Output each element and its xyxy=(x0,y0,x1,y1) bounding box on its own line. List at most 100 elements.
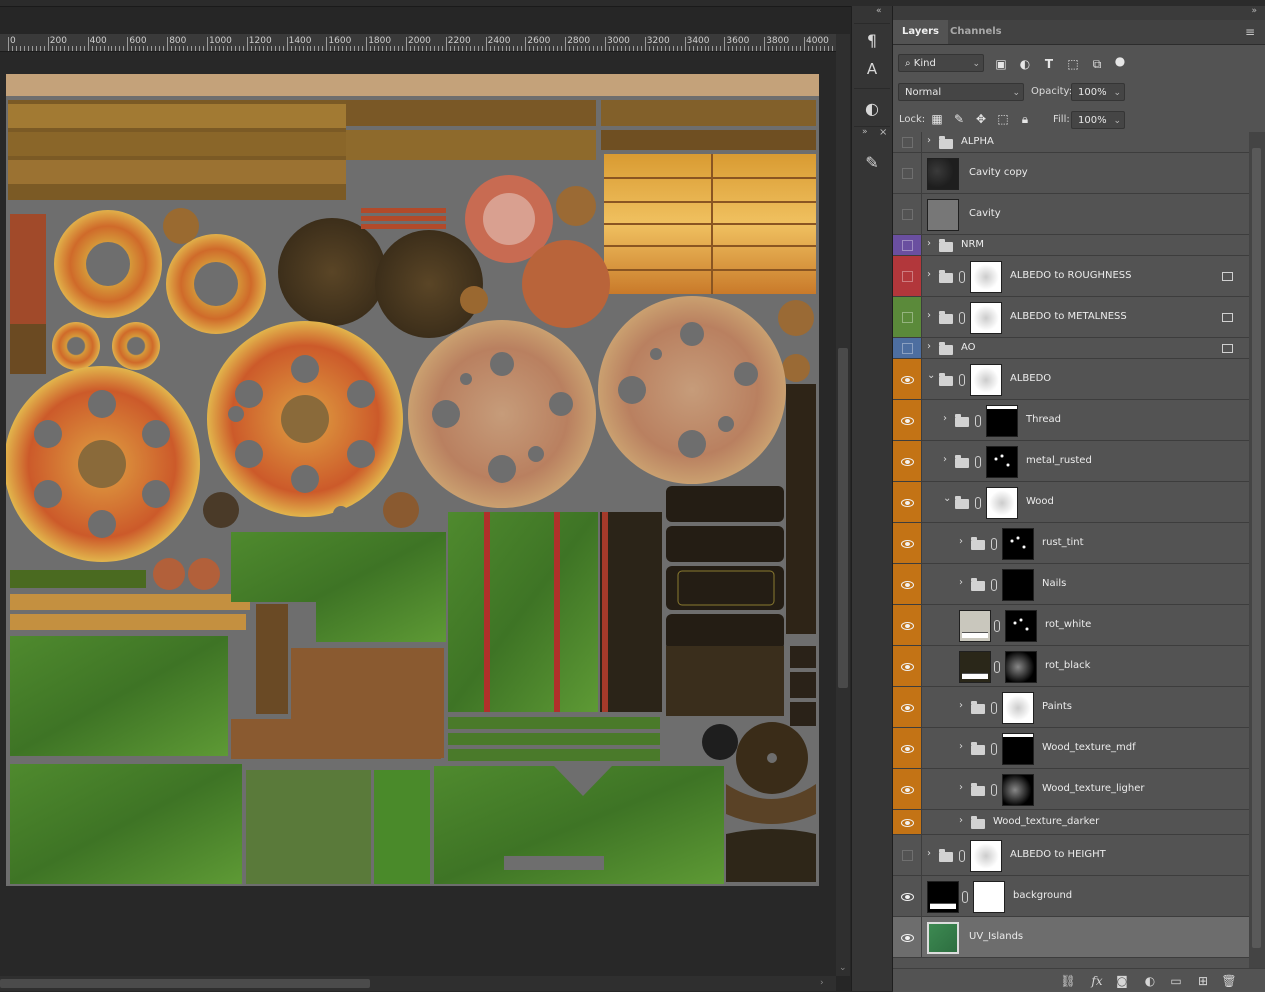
layer-visibility-toggle[interactable] xyxy=(893,917,922,957)
filter-adjustment-icon[interactable]: ◐ xyxy=(1018,57,1032,71)
layer-visibility-toggle[interactable] xyxy=(893,810,922,834)
link-icon[interactable] xyxy=(991,578,997,591)
layer-name[interactable]: NRM xyxy=(961,239,984,250)
layer-row[interactable]: rot_black xyxy=(893,646,1249,687)
mask-thumbnail[interactable] xyxy=(970,260,1002,293)
lock-image-icon[interactable]: ✎ xyxy=(952,112,966,126)
expand-arrow-icon[interactable]: › xyxy=(927,135,931,146)
layer-name[interactable]: Nails xyxy=(1042,578,1066,589)
dock-collapse-icon[interactable]: « xyxy=(876,6,882,16)
layer-visibility-toggle[interactable] xyxy=(893,194,922,234)
filter-kind-select[interactable]: ⌕ Kind ⌄ xyxy=(898,54,984,72)
fill-thumbnail[interactable] xyxy=(927,880,959,913)
layer-row[interactable]: Cavity xyxy=(893,194,1249,235)
layer-visibility-toggle[interactable] xyxy=(893,235,922,255)
lock-position-icon[interactable]: ✥ xyxy=(974,112,988,126)
layer-visibility-toggle[interactable] xyxy=(893,338,922,358)
new-layer-icon[interactable]: ⊞ xyxy=(1195,973,1211,989)
layer-name[interactable]: Wood_texture_mdf xyxy=(1042,742,1136,753)
layer-name[interactable]: ALBEDO to METALNESS xyxy=(1010,311,1127,322)
link-icon[interactable] xyxy=(994,660,1000,673)
paragraph-icon[interactable]: ¶ xyxy=(861,30,883,52)
layer-name[interactable]: rot_white xyxy=(1045,619,1091,630)
layer-row[interactable]: › AO xyxy=(893,338,1249,359)
layer-visibility-toggle[interactable] xyxy=(893,256,922,296)
expand-arrow-icon[interactable]: › xyxy=(959,815,963,826)
expand-arrow-icon[interactable]: › xyxy=(927,848,931,859)
mask-thumbnail[interactable] xyxy=(1002,773,1034,806)
layer-visibility-toggle[interactable] xyxy=(893,605,922,645)
lock-all-icon[interactable]: 🔒︎ xyxy=(1018,112,1032,126)
expand-arrow-icon[interactable]: › xyxy=(959,741,963,752)
link-layers-icon[interactable]: ⛓ xyxy=(1060,973,1076,989)
link-icon[interactable] xyxy=(994,619,1000,632)
layer-thumbnail[interactable] xyxy=(927,198,959,231)
delete-layer-icon[interactable]: 🗑︎ xyxy=(1221,973,1237,989)
layer-row[interactable]: › ALBEDO to ROUGHNESS xyxy=(893,256,1249,297)
horizontal-ruler[interactable]: 0 200 400 600 800 1000 1200 1400 1600 1800 2000 220… xyxy=(0,34,836,52)
dock-expand-icon[interactable]: » xyxy=(862,127,868,137)
texture-image[interactable] xyxy=(6,74,819,886)
link-icon[interactable] xyxy=(959,270,965,283)
layer-row[interactable]: › metal_rusted xyxy=(893,441,1249,482)
layer-name[interactable]: Thread xyxy=(1026,414,1061,425)
layer-visibility-toggle[interactable] xyxy=(893,153,922,193)
expand-arrow-icon[interactable]: › xyxy=(927,238,931,249)
canvas-horizontal-scroll-thumb[interactable] xyxy=(0,979,370,988)
link-icon[interactable] xyxy=(991,742,997,755)
link-icon[interactable] xyxy=(975,414,981,427)
mask-thumbnail[interactable] xyxy=(986,404,1018,437)
layer-visibility-toggle[interactable] xyxy=(893,835,922,875)
mask-thumbnail[interactable] xyxy=(1002,732,1034,765)
expand-arrow-icon[interactable]: › xyxy=(927,269,931,280)
mask-thumbnail[interactable] xyxy=(1005,609,1037,642)
layer-row[interactable]: › ALBEDO to HEIGHT xyxy=(893,835,1249,876)
link-icon[interactable] xyxy=(959,849,965,862)
layer-row[interactable]: › ALPHA xyxy=(893,132,1249,153)
layer-visibility-toggle[interactable] xyxy=(893,400,922,440)
mask-thumbnail[interactable] xyxy=(970,363,1002,396)
scroll-right-icon[interactable]: › xyxy=(820,978,824,988)
link-icon[interactable] xyxy=(991,783,997,796)
expand-arrow-icon[interactable]: › xyxy=(927,341,931,352)
layer-row[interactable]: › NRM xyxy=(893,235,1249,256)
layer-visibility-toggle[interactable] xyxy=(893,132,922,152)
layer-name[interactable]: Wood_texture_ligher xyxy=(1042,783,1145,794)
fill-thumbnail[interactable] xyxy=(959,609,991,642)
layer-visibility-toggle[interactable] xyxy=(893,564,922,604)
layer-visibility-toggle[interactable] xyxy=(893,769,922,809)
layer-row[interactable]: › rust_tint xyxy=(893,523,1249,564)
expand-arrow-icon[interactable]: › xyxy=(927,310,931,321)
mask-thumbnail[interactable] xyxy=(970,301,1002,334)
mask-thumbnail[interactable] xyxy=(1005,650,1037,683)
filter-toggle-icon[interactable]: ● xyxy=(1113,54,1127,68)
tab-layers[interactable]: Layers xyxy=(893,20,948,44)
fill-thumbnail[interactable] xyxy=(959,650,991,683)
new-adjustment-icon[interactable]: ◐ xyxy=(1142,973,1158,989)
expand-arrow-icon[interactable]: › xyxy=(959,700,963,711)
layer-thumbnail[interactable] xyxy=(927,157,959,190)
mask-thumbnail[interactable] xyxy=(986,486,1018,519)
layer-name[interactable]: rust_tint xyxy=(1042,537,1084,548)
expand-arrow-icon[interactable]: › xyxy=(943,454,947,465)
character-icon[interactable]: A xyxy=(861,58,883,80)
layer-row[interactable]: ⌄ Wood xyxy=(893,482,1249,523)
layer-row[interactable]: rot_white xyxy=(893,605,1249,646)
layer-name[interactable]: ALPHA xyxy=(961,136,994,147)
filter-shape-icon[interactable]: ⬚ xyxy=(1066,57,1080,71)
layer-visibility-toggle[interactable] xyxy=(893,646,922,686)
link-icon[interactable] xyxy=(991,701,997,714)
layer-name[interactable]: ALBEDO to HEIGHT xyxy=(1010,849,1106,860)
brush-settings-icon[interactable]: ✎ xyxy=(861,152,883,174)
add-mask-icon[interactable]: ◙ xyxy=(1114,973,1130,989)
layer-style-icon[interactable]: fx xyxy=(1089,973,1105,989)
mask-thumbnail[interactable] xyxy=(1002,568,1034,601)
layer-name[interactable]: Cavity xyxy=(969,208,1001,219)
lock-artboard-icon[interactable]: ⬚ xyxy=(996,112,1010,126)
layer-row[interactable]: › Paints xyxy=(893,687,1249,728)
layer-row[interactable]: › Wood_texture_ligher xyxy=(893,769,1249,810)
layer-name[interactable]: background xyxy=(1013,890,1072,901)
mask-thumbnail[interactable] xyxy=(973,880,1005,913)
filter-type-icon[interactable]: T xyxy=(1042,57,1056,71)
mask-thumbnail[interactable] xyxy=(970,839,1002,872)
